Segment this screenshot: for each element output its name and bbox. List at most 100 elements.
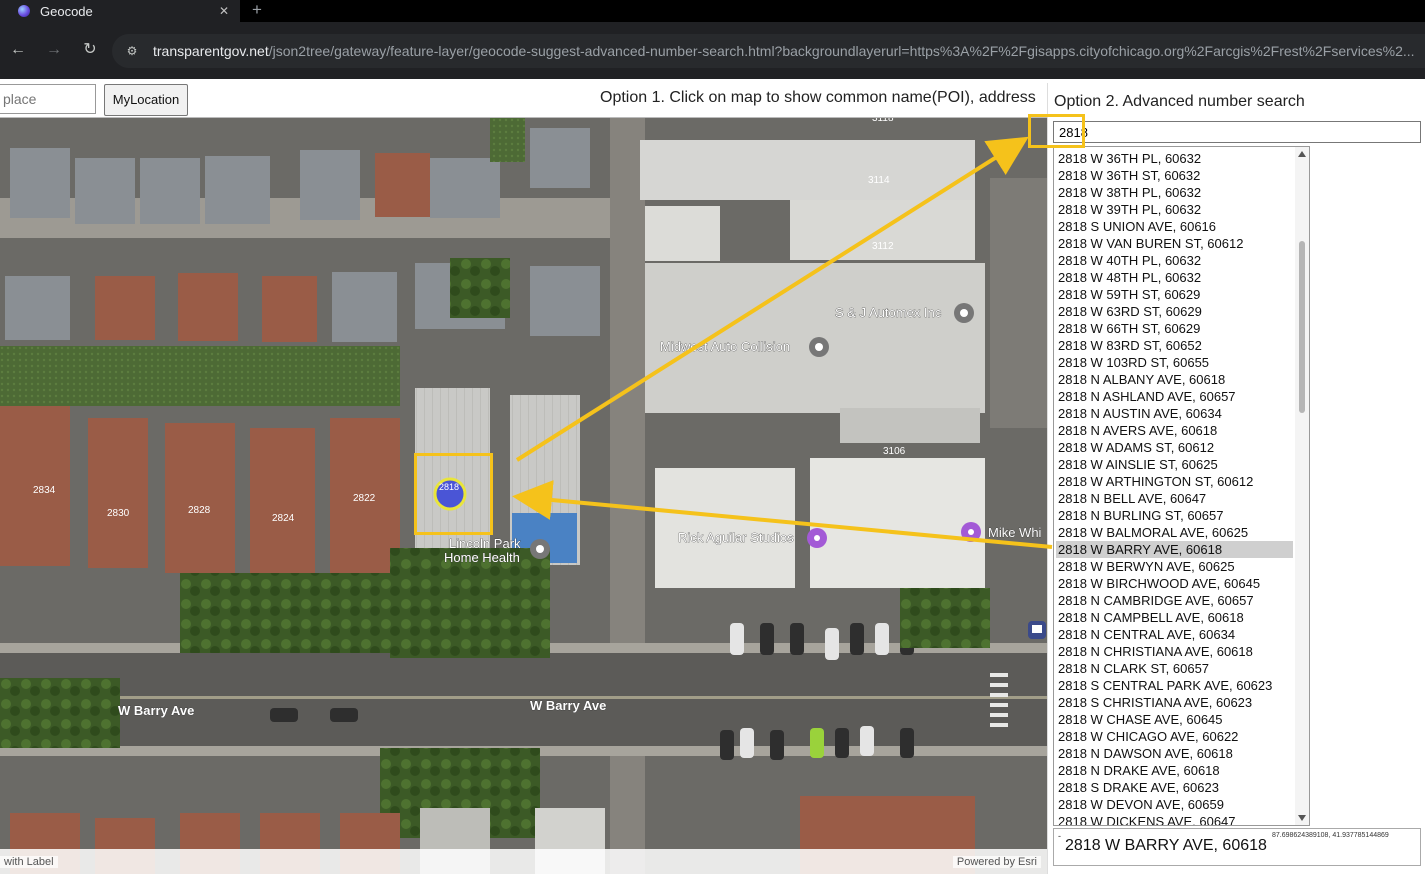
selected-result-box: - 2818 W BARRY AVE, 60618 87.69862438910…: [1053, 828, 1421, 866]
basemap-label: with Label: [0, 856, 58, 868]
building-number-label: 3112: [872, 241, 894, 252]
list-item[interactable]: 2818 W ADAMS ST, 60612: [1056, 439, 1293, 456]
site-favicon-icon: [18, 5, 30, 17]
list-item[interactable]: 2818 N DRAKE AVE, 60618: [1056, 762, 1293, 779]
advanced-search-panel: Option 2. Advanced number search 2818 W …: [1047, 83, 1425, 874]
list-item[interactable]: 2818 N CAMPBELL AVE, 60618: [1056, 609, 1293, 626]
poi-label-lincoln-park: Lincoln Park: [449, 536, 521, 551]
poi-label-sj-automex: S & J Automex Inc: [835, 305, 942, 320]
bus-stop-icon[interactable]: [1028, 621, 1046, 639]
list-item[interactable]: 2818 W BARRY AVE, 60618: [1056, 541, 1293, 558]
selected-coordinates: 87.698624389108, 41.937785144869: [1272, 832, 1389, 839]
reload-icon[interactable]: ↻: [79, 39, 101, 61]
option1-instructions: Option 1. Click on map to show common na…: [600, 89, 1036, 106]
list-item[interactable]: 2818 N ASHLAND AVE, 60657: [1056, 388, 1293, 405]
list-item[interactable]: 2818 N CAMBRIDGE AVE, 60657: [1056, 592, 1293, 609]
list-item[interactable]: 2818 W 36TH ST, 60632: [1056, 167, 1293, 184]
building-number-label: 2830: [107, 508, 130, 519]
browser-tab-strip: Geocode ✕ +: [0, 0, 1425, 22]
map-attribution-bar: [0, 849, 1047, 874]
building-number-label: 2834: [33, 485, 56, 496]
poi-label-mike: Mike Whi: [988, 525, 1042, 540]
site-settings-icon[interactable]: ⚙: [124, 43, 140, 59]
location-pin-icon[interactable]: [530, 539, 550, 559]
option2-heading: Option 2. Advanced number search: [1054, 93, 1305, 110]
list-item[interactable]: 2818 N CHRISTIANA AVE, 60618: [1056, 643, 1293, 660]
list-item[interactable]: 2818 S CENTRAL PARK AVE, 60623: [1056, 677, 1293, 694]
list-item[interactable]: 2818 W BERWYN AVE, 60625: [1056, 558, 1293, 575]
building-number-label: 3114: [868, 175, 890, 186]
list-item[interactable]: 2818 S DRAKE AVE, 60623: [1056, 779, 1293, 796]
list-item[interactable]: 2818 W DICKENS AVE, 60647: [1056, 813, 1293, 825]
tab-close-icon[interactable]: ✕: [214, 4, 234, 18]
location-pin-icon[interactable]: [954, 303, 974, 323]
list-item[interactable]: 2818 W 36TH PL, 60632: [1056, 150, 1293, 167]
address-marker-icon[interactable]: 2818: [433, 477, 467, 511]
poi-label-rick-aguilar: Rick Aguilar Studios: [678, 530, 794, 545]
list-item[interactable]: 2818 W 38TH PL, 60632: [1056, 184, 1293, 201]
list-item[interactable]: 2818 W BIRCHWOOD AVE, 60645: [1056, 575, 1293, 592]
scrollbar-thumb[interactable]: [1299, 241, 1305, 413]
browser-toolbar: ← → ↻ ⚙ transparentgov.net/json2tree/gat…: [0, 22, 1425, 79]
studio-pin-icon[interactable]: [807, 528, 827, 548]
scroll-up-arrow-icon[interactable]: [1298, 151, 1306, 157]
list-item[interactable]: 2818 W 103RD ST, 60655: [1056, 354, 1293, 371]
list-item[interactable]: 2818 N BELL AVE, 60647: [1056, 490, 1293, 507]
list-item[interactable]: 2818 N AVERS AVE, 60618: [1056, 422, 1293, 439]
satellite-imagery: 3118 3114 3112 3106 2834 2830 2828 2824 …: [0, 118, 1047, 874]
list-item[interactable]: 2818 W BALMORAL AVE, 60625: [1056, 524, 1293, 541]
list-item[interactable]: 2818 W 48TH PL, 60632: [1056, 269, 1293, 286]
selected-address: 2818 W BARRY AVE, 60618: [1065, 837, 1267, 854]
street-label-barry-west: W Barry Ave: [118, 703, 194, 718]
tab-title: Geocode: [40, 3, 93, 19]
list-item[interactable]: 2818 W CHICAGO AVE, 60622: [1056, 728, 1293, 745]
list-item[interactable]: 2818 W 83RD ST, 60652: [1056, 337, 1293, 354]
esri-attribution[interactable]: Powered by Esri: [952, 856, 1041, 868]
new-tab-button[interactable]: +: [252, 0, 262, 22]
address-results-list[interactable]: 2818 W 36TH PL, 60632 2818 W 36TH ST, 606…: [1053, 146, 1310, 826]
poi-label-home-health: Home Health: [444, 550, 520, 565]
list-item[interactable]: 2818 W 66TH ST, 60629: [1056, 320, 1293, 337]
list-item[interactable]: 2818 W AINSLIE ST, 60625: [1056, 456, 1293, 473]
scroll-down-arrow-icon[interactable]: [1298, 815, 1306, 821]
list-item[interactable]: 2818 W 59TH ST, 60629: [1056, 286, 1293, 303]
list-item[interactable]: 2818 N CENTRAL AVE, 60634: [1056, 626, 1293, 643]
building-number-label: 2824: [272, 513, 295, 524]
list-item[interactable]: 2818 N CLARK ST, 60657: [1056, 660, 1293, 677]
list-item[interactable]: 2818 W 63RD ST, 60629: [1056, 303, 1293, 320]
list-item[interactable]: 2818 S UNION AVE, 60616: [1056, 218, 1293, 235]
url-path: /json2tree/gateway/feature-layer/geocode…: [268, 43, 1415, 59]
number-search-input[interactable]: [1053, 121, 1421, 143]
building-number-label: 3118: [872, 118, 894, 124]
address-bar[interactable]: ⚙ transparentgov.net/json2tree/gateway/f…: [112, 34, 1425, 68]
page: MyLocation Option 1. Click on map to sho…: [0, 79, 1425, 874]
list-item[interactable]: 2818 W VAN BUREN ST, 60612: [1056, 235, 1293, 252]
list-item[interactable]: 2818 N ALBANY AVE, 60618: [1056, 371, 1293, 388]
street-label-barry-east: W Barry Ave: [530, 698, 606, 713]
result-marker: -: [1058, 831, 1061, 841]
list-item[interactable]: 2818 W 39TH PL, 60632: [1056, 201, 1293, 218]
url-host: transparentgov.net: [153, 43, 269, 59]
building-number-label: 2828: [188, 505, 211, 516]
list-item[interactable]: 2818 N BURLING ST, 60657: [1056, 507, 1293, 524]
mylocation-button[interactable]: MyLocation: [104, 84, 188, 116]
url-text: transparentgov.net/json2tree/gateway/fea…: [153, 43, 1415, 59]
studio-pin-icon[interactable]: [961, 522, 981, 542]
building-number-label: 3106: [883, 446, 906, 457]
list-scrollbar[interactable]: [1295, 147, 1309, 825]
place-search-input[interactable]: [0, 84, 96, 114]
list-item[interactable]: 2818 S CHRISTIANA AVE, 60623: [1056, 694, 1293, 711]
building-number-label: 2822: [353, 493, 376, 504]
browser-tab[interactable]: Geocode ✕: [0, 0, 240, 22]
list-item[interactable]: 2818 N AUSTIN AVE, 60634: [1056, 405, 1293, 422]
marker-number-label: 2818: [439, 482, 459, 492]
map-view[interactable]: 3118 3114 3112 3106 2834 2830 2828 2824 …: [0, 117, 1047, 874]
location-pin-icon[interactable]: [809, 337, 829, 357]
list-item[interactable]: 2818 N DAWSON AVE, 60618: [1056, 745, 1293, 762]
list-item[interactable]: 2818 W CHASE AVE, 60645: [1056, 711, 1293, 728]
list-item[interactable]: 2818 W DEVON AVE, 60659: [1056, 796, 1293, 813]
forward-arrow-icon[interactable]: →: [43, 39, 65, 61]
list-item[interactable]: 2818 W ARTHINGTON ST, 60612: [1056, 473, 1293, 490]
back-arrow-icon[interactable]: ←: [7, 39, 29, 61]
list-item[interactable]: 2818 W 40TH PL, 60632: [1056, 252, 1293, 269]
